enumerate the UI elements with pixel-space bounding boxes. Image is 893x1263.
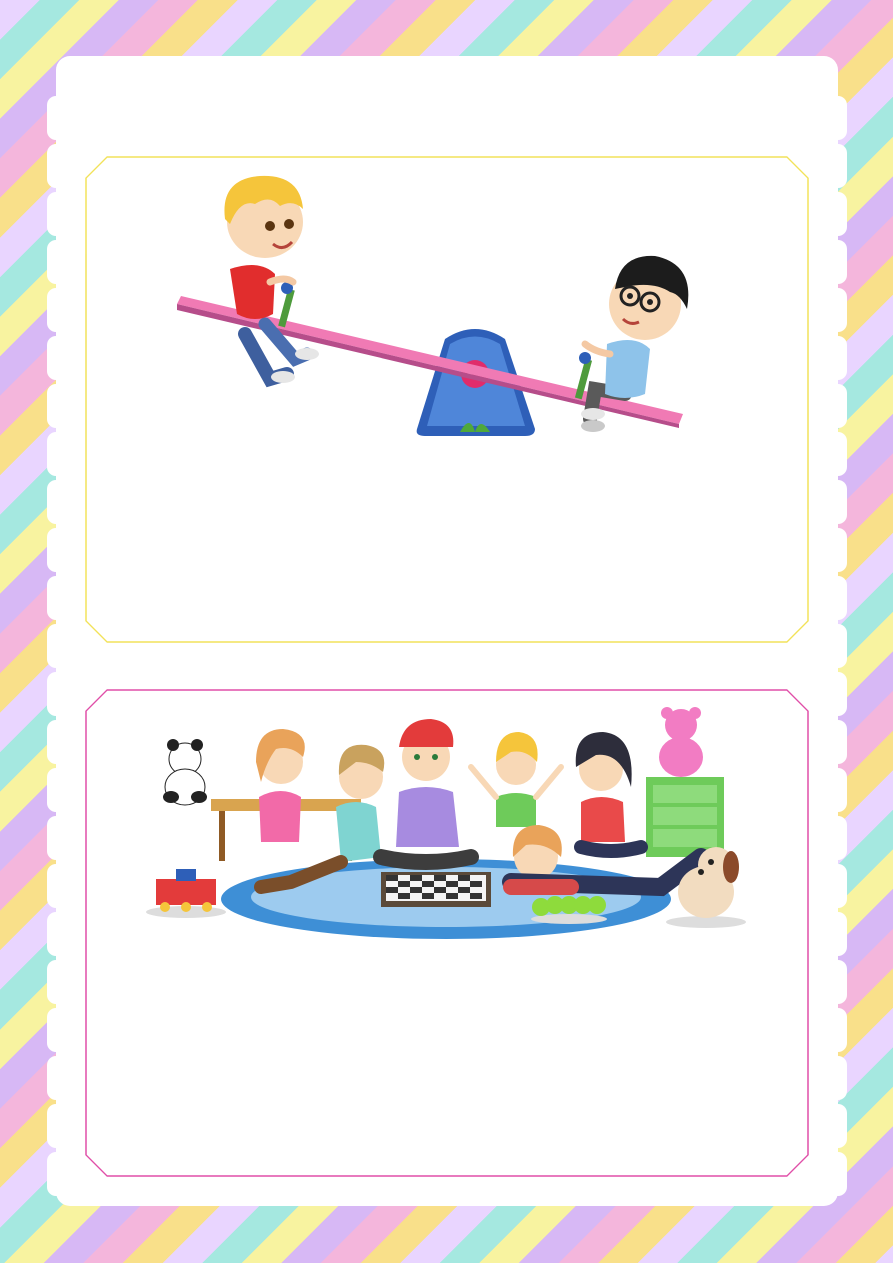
green-cabinet (646, 777, 724, 857)
kid-red-shirt-dark-hair (576, 732, 641, 851)
pink-teddy-bear (659, 707, 703, 777)
two-boys-on-seesaw-illustration (175, 164, 695, 439)
panda-toy (163, 739, 207, 805)
scalloped-edge-right (829, 96, 847, 1206)
worksheet-page (47, 56, 847, 1206)
kid-pink-shirt (256, 729, 305, 842)
scalloped-edge-left (47, 96, 65, 1206)
chessboard (381, 872, 491, 907)
kids-playing-chess-illustration (141, 707, 761, 952)
toy-train (146, 869, 226, 918)
blonde-boy (224, 176, 319, 383)
seesaw-card (85, 156, 809, 643)
caterpillar-toy (531, 896, 607, 924)
kid-green-shirt (471, 732, 561, 827)
plush-dog (666, 847, 746, 928)
board-game-card (85, 689, 809, 1177)
kid-red-cap (381, 719, 471, 862)
